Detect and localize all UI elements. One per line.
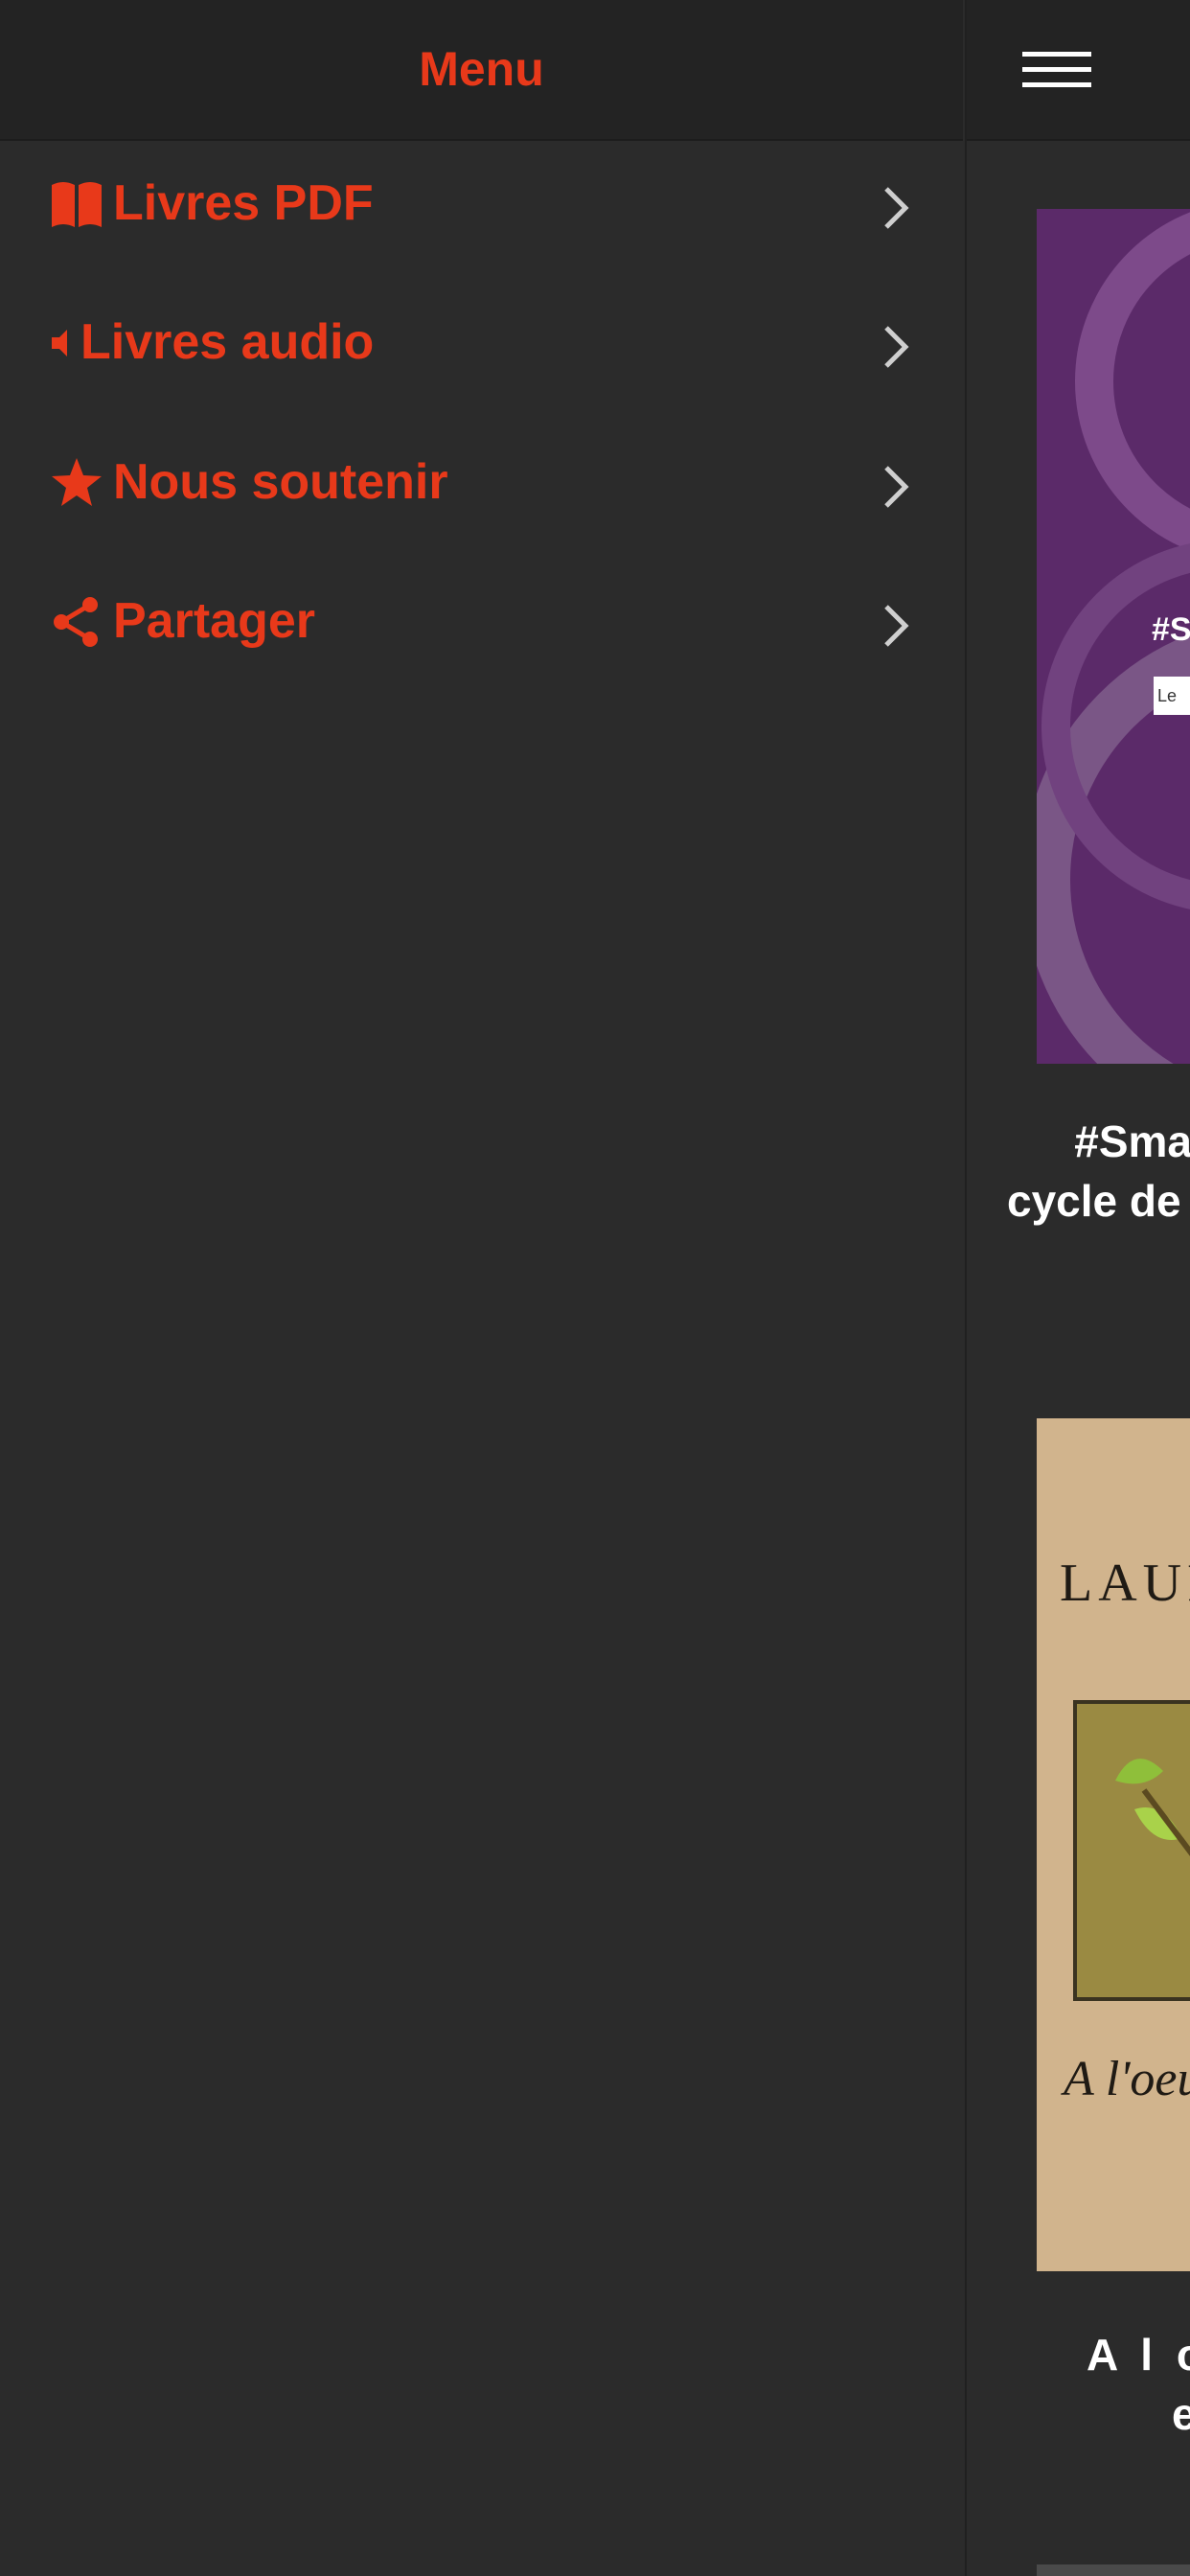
menu-item-partager[interactable]: Partager	[0, 557, 963, 697]
chevron-right-icon	[877, 181, 915, 235]
cover-text: #S	[1152, 611, 1190, 648]
book-title-line: A l oe	[1087, 2330, 1190, 2380]
cover-photo	[1073, 1700, 1190, 2001]
menu-item-label: Livres PDF	[113, 175, 374, 231]
drawer-header: Menu	[0, 0, 963, 141]
menu-drawer: Menu Livres PDF Livres audio Nous souten…	[0, 0, 963, 2576]
menu-item-livres-audio[interactable]: Livres audio	[0, 278, 963, 418]
book-open-icon	[50, 177, 103, 231]
drawer-title: Menu	[419, 42, 544, 96]
menu-item-label: Livres audio	[80, 314, 375, 370]
menu-item-label: Nous soutenir	[113, 454, 448, 510]
hamburger-menu-icon[interactable]	[1022, 50, 1091, 90]
share-icon	[50, 595, 103, 649]
book-title-line: e	[1172, 2389, 1190, 2439]
menu-item-livres-pdf[interactable]: Livres PDF	[0, 139, 963, 279]
chevron-right-icon	[877, 460, 915, 514]
content-header	[967, 0, 1190, 141]
menu-item-label: Partager	[113, 593, 315, 649]
menu-item-nous-soutenir[interactable]: Nous soutenir	[0, 418, 963, 558]
book-cover[interactable]: LAUR A l'oeuv	[1037, 1418, 1190, 2271]
main-content: #S Le #Sma cycle de LAUR A l'oeuv A l oe…	[965, 0, 1190, 2576]
book-title-line: #Sma	[1074, 1116, 1190, 1166]
star-icon	[50, 456, 103, 510]
cover-subtitle: A l'oeuv	[1064, 2052, 1190, 2106]
book-cover[interactable]	[1037, 2564, 1190, 2576]
chevron-right-icon	[877, 599, 915, 653]
book-title-line: cycle de	[1007, 1176, 1181, 1226]
cover-author: LAUR	[1060, 1553, 1190, 1613]
book-cover[interactable]: #S Le	[1037, 209, 1190, 1064]
chevron-right-icon	[877, 320, 915, 374]
cover-tag: Le	[1154, 677, 1190, 715]
